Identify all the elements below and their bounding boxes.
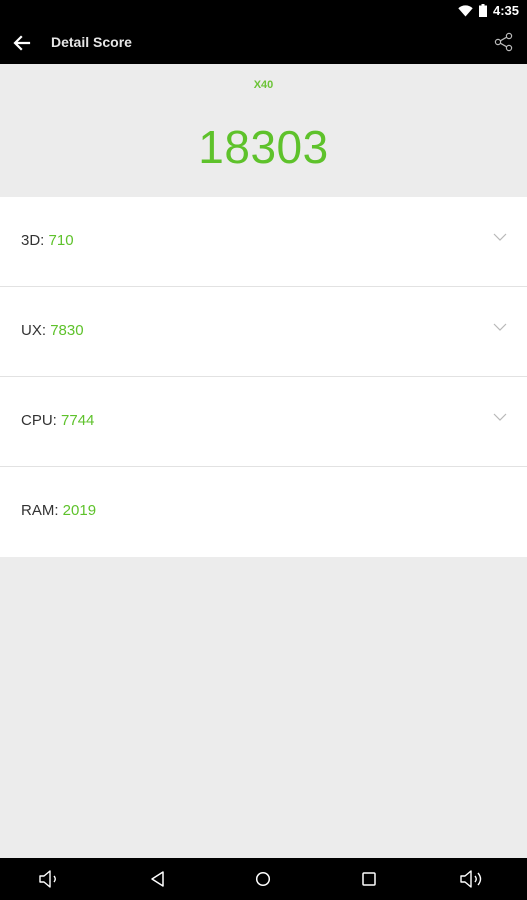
score-value: 7830 <box>50 322 84 339</box>
share-button[interactable] <box>493 31 515 53</box>
status-time: 4:35 <box>492 3 519 18</box>
device-name: X40 <box>253 79 274 91</box>
score-label: CPU: <box>21 412 57 429</box>
volume-down-icon <box>39 870 56 888</box>
page-title: Detail Score <box>51 34 132 50</box>
score-row-ux[interactable]: UX: 7830 <box>0 287 527 377</box>
back-button[interactable] <box>10 31 34 55</box>
back-triangle-icon <box>151 871 164 887</box>
score-text: RAM: 2019 <box>21 502 96 519</box>
chevron-down-icon <box>493 413 507 421</box>
score-value: 710 <box>48 232 74 249</box>
score-label: UX: <box>21 322 47 339</box>
score-text: CPU: 7744 <box>21 412 94 429</box>
back-nav-button[interactable] <box>146 868 170 890</box>
score-row-ram: RAM: 2019 <box>0 467 527 557</box>
score-value: 2019 <box>62 502 97 519</box>
arrow-left-icon <box>13 35 31 51</box>
home-circle-icon <box>255 871 271 887</box>
volume-down-button[interactable] <box>38 868 62 890</box>
status-bar: 4:35 <box>0 0 527 21</box>
score-text: UX: 7830 <box>21 322 84 339</box>
chevron-down-icon <box>493 323 507 331</box>
app-bar: Detail Score <box>0 21 527 64</box>
navigation-bar <box>0 858 527 900</box>
recents-square-icon <box>362 872 376 886</box>
recents-nav-button[interactable] <box>357 868 381 890</box>
score-value: 7744 <box>61 412 95 429</box>
share-icon <box>494 32 513 52</box>
score-row-3d[interactable]: 3D: 710 <box>0 197 527 287</box>
chevron-down-icon <box>493 233 507 241</box>
score-header: X40 18303 <box>0 64 527 197</box>
score-label: 3D: <box>21 232 45 249</box>
volume-up-icon <box>460 870 482 888</box>
battery-icon <box>478 4 487 17</box>
status-icons: 4:35 <box>458 0 519 21</box>
volume-up-button[interactable] <box>459 868 483 890</box>
score-row-cpu[interactable]: CPU: 7744 <box>0 377 527 467</box>
home-nav-button[interactable] <box>251 868 275 890</box>
score-text: 3D: 710 <box>21 232 74 249</box>
score-list: 3D: 710 UX: 7830 CPU: 7744 RAM: 2019 <box>0 197 527 557</box>
score-label: RAM: <box>21 502 59 519</box>
wifi-icon <box>458 4 473 16</box>
total-score: 18303 <box>198 121 329 173</box>
